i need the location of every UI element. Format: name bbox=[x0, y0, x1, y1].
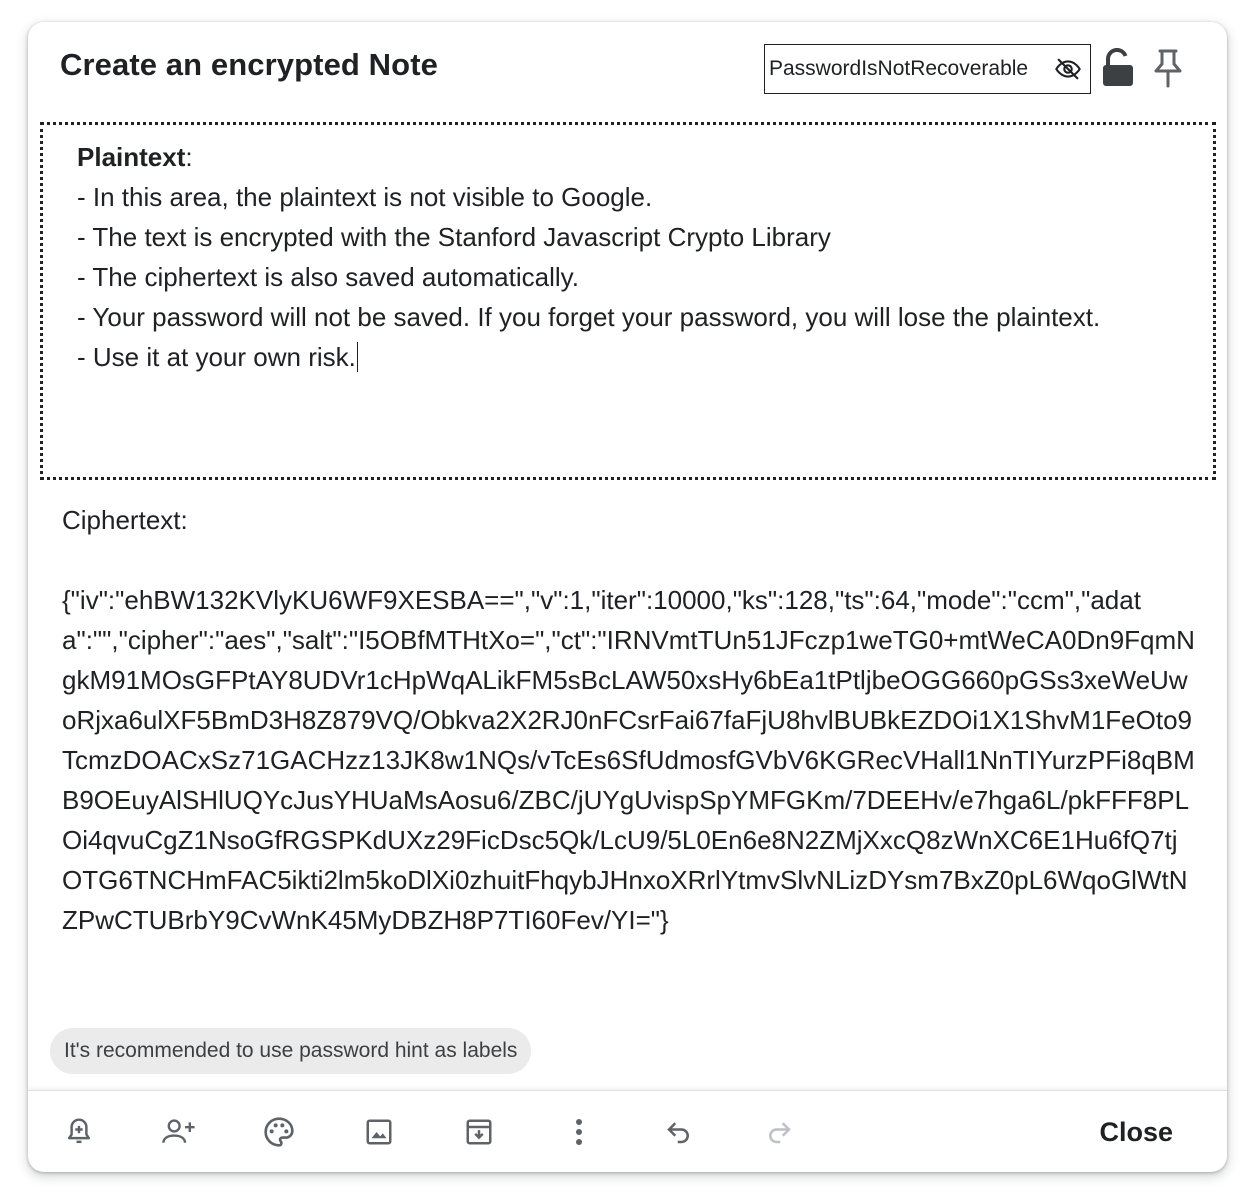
ciphertext-label: Ciphertext: bbox=[62, 505, 188, 535]
plaintext-line: - The text is encrypted with the Stanfor… bbox=[77, 222, 831, 252]
plaintext-heading: Plaintext: bbox=[77, 142, 193, 172]
remind-me-icon[interactable] bbox=[54, 1107, 104, 1157]
unlock-icon[interactable] bbox=[1098, 46, 1138, 90]
plaintext-line: - The ciphertext is also saved automatic… bbox=[77, 262, 579, 292]
dialog-title: Create an encrypted Note bbox=[60, 47, 438, 82]
password-field[interactable] bbox=[764, 44, 1091, 94]
close-button[interactable]: Close bbox=[1093, 1109, 1179, 1155]
collaborator-icon[interactable] bbox=[154, 1107, 204, 1157]
ciphertext-value[interactable]: {"iv":"ehBW132KVlyKU6WF9XESBA==","v":1,"… bbox=[62, 580, 1196, 940]
plaintext-line: - In this area, the plaintext is not vis… bbox=[77, 182, 653, 212]
archive-icon[interactable] bbox=[454, 1107, 504, 1157]
image-icon[interactable] bbox=[354, 1107, 404, 1157]
note-editor-dialog: Create an encrypted Note Plaintext: - In… bbox=[28, 22, 1227, 1172]
palette-icon[interactable] bbox=[254, 1107, 304, 1157]
text-cursor bbox=[356, 342, 359, 372]
plaintext-line: - Use it at your own risk. bbox=[77, 342, 356, 372]
more-icon[interactable] bbox=[554, 1107, 604, 1157]
pin-icon[interactable] bbox=[1148, 46, 1188, 90]
visibility-off-icon[interactable] bbox=[1053, 54, 1083, 84]
plaintext-line: - Your password will not be saved. If yo… bbox=[77, 302, 1101, 332]
label-chip[interactable]: It's recommended to use password hint as… bbox=[50, 1028, 532, 1074]
undo-icon[interactable] bbox=[654, 1107, 704, 1157]
redo-icon[interactable] bbox=[754, 1107, 804, 1157]
plaintext-label: Plaintext bbox=[77, 142, 186, 172]
bottom-toolbar: Close bbox=[28, 1090, 1227, 1172]
plaintext-line-last: - Use it at your own risk. bbox=[77, 337, 1179, 377]
plaintext-editor[interactable]: Plaintext: - In this area, the plaintext… bbox=[40, 122, 1216, 480]
password-input[interactable] bbox=[769, 57, 1053, 81]
